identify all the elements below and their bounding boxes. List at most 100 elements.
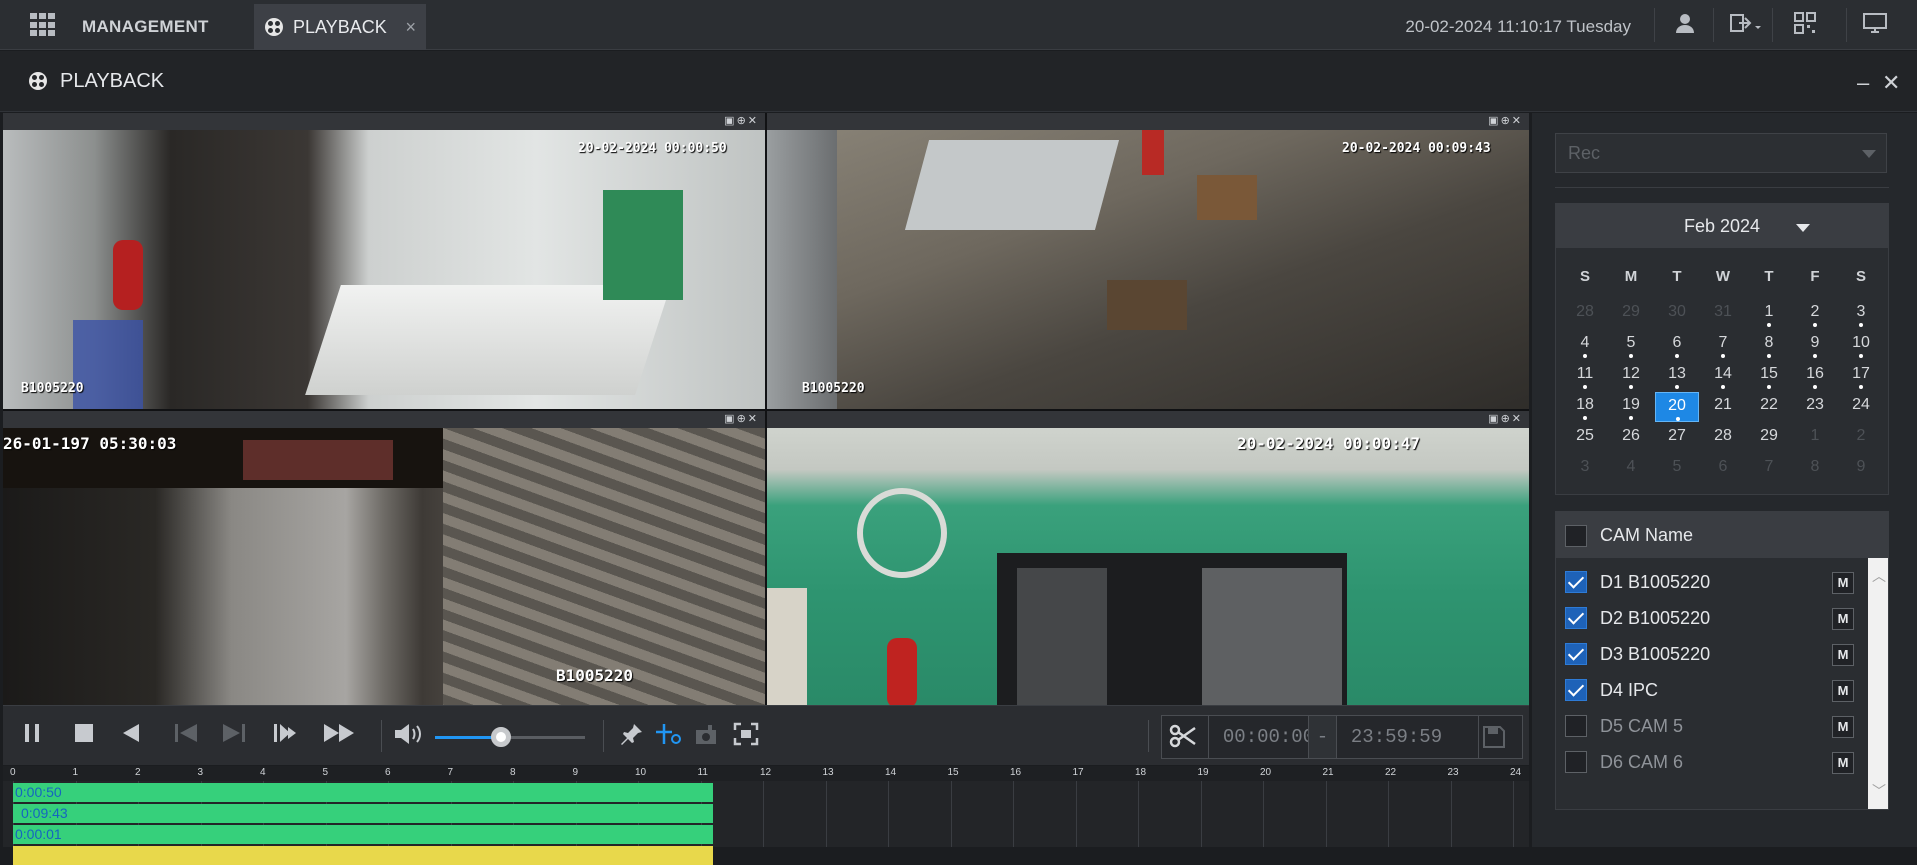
calendar-day[interactable]: 4	[1609, 454, 1653, 484]
camera-stream-button[interactable]: M	[1832, 716, 1854, 738]
logout-icon[interactable]	[1728, 12, 1764, 38]
calendar-day[interactable]: 13	[1655, 361, 1699, 391]
calendar-day[interactable]: 28	[1701, 423, 1745, 453]
calendar-day[interactable]: 15	[1747, 361, 1791, 391]
camera-stream-button[interactable]: M	[1832, 644, 1854, 666]
camera-stream-button[interactable]: M	[1832, 608, 1854, 630]
calendar-day[interactable]: 27	[1655, 423, 1699, 453]
camera-view-2[interactable]: ▣⊕✕ 20-02-2024 00:09:43 B1005220	[767, 113, 1529, 409]
calendar-day[interactable]: 26	[1609, 423, 1653, 453]
timeline-row[interactable]: 0:00:01	[13, 825, 1513, 844]
timeline-row[interactable]: 0:09:43	[13, 804, 1513, 823]
calendar-day[interactable]: 7	[1747, 454, 1791, 484]
calendar-day[interactable]: 5	[1655, 454, 1699, 484]
tab-close-icon[interactable]: ×	[405, 17, 416, 38]
calendar-day[interactable]: 19	[1609, 392, 1653, 422]
calendar-day[interactable]: 10	[1839, 330, 1883, 360]
camera-view-controls[interactable]: ▣⊕✕	[1488, 114, 1523, 127]
timeline-recording-segment[interactable]	[13, 846, 713, 865]
smart-search-icon[interactable]	[653, 722, 683, 750]
calendar-month-title[interactable]: Feb 2024	[1684, 216, 1760, 237]
pin-icon[interactable]	[617, 722, 647, 750]
calendar-day[interactable]: 1	[1793, 423, 1837, 453]
calendar-day[interactable]: 29	[1609, 299, 1653, 329]
camera-list-item[interactable]: D5 CAM 5 M	[1556, 708, 1856, 744]
tab-playback[interactable]: PLAYBACK ×	[254, 4, 426, 50]
camera-view-4[interactable]: ▣⊕✕ 20-02-2024 00:00:47	[767, 411, 1529, 705]
calendar-day[interactable]: 29	[1747, 423, 1791, 453]
calendar-day[interactable]: 22	[1747, 392, 1791, 422]
camera-list-item[interactable]: D3 B1005220 M	[1556, 636, 1856, 672]
camera-view-controls[interactable]: ▣⊕✕	[724, 114, 759, 127]
calendar-day[interactable]: 2	[1839, 423, 1883, 453]
camera-checkbox[interactable]	[1565, 715, 1587, 737]
select-all-checkbox[interactable]	[1565, 525, 1587, 547]
calendar-day[interactable]: 14	[1701, 361, 1745, 391]
calendar-header[interactable]: Feb 2024	[1556, 204, 1888, 248]
calendar-day[interactable]: 30	[1655, 299, 1699, 329]
qr-code-icon[interactable]	[1792, 12, 1818, 38]
calendar-day[interactable]: 11	[1563, 361, 1607, 391]
volume-icon[interactable]	[393, 722, 423, 750]
save-clip-icon[interactable]	[1478, 716, 1508, 758]
camera-list-item[interactable]: D4 IPC M	[1556, 672, 1856, 708]
next-frame-icon[interactable]	[219, 722, 249, 750]
stop-icon[interactable]	[69, 722, 99, 750]
timeline-recording-segment[interactable]	[13, 783, 713, 802]
camera-view-controls[interactable]: ▣⊕✕	[1488, 412, 1523, 425]
record-type-select[interactable]: Rec	[1555, 133, 1887, 173]
camera-checkbox[interactable]	[1565, 571, 1587, 593]
clip-end-time[interactable]: 23:59:59	[1336, 716, 1456, 758]
calendar-day[interactable]: 25	[1563, 423, 1607, 453]
minimize-button[interactable]: –	[1857, 70, 1869, 96]
calendar-day[interactable]: 6	[1655, 330, 1699, 360]
camera-list-item[interactable]: D6 CAM 6 M	[1556, 744, 1856, 780]
calendar-day[interactable]: 8	[1793, 454, 1837, 484]
slow-play-icon[interactable]	[271, 722, 301, 750]
camera-stream-button[interactable]: M	[1832, 680, 1854, 702]
management-link[interactable]: MANAGEMENT	[82, 17, 209, 37]
timeline-recording-segment[interactable]	[13, 804, 713, 823]
camera-view-controls[interactable]: ▣⊕✕	[724, 412, 759, 425]
snapshot-icon[interactable]	[693, 722, 723, 750]
camera-list-scrollbar[interactable]: ︿ ﹀	[1868, 558, 1888, 809]
camera-checkbox[interactable]	[1565, 751, 1587, 773]
calendar-day[interactable]: 4	[1563, 330, 1607, 360]
scissors-icon[interactable]	[1168, 722, 1198, 750]
camera-list-item[interactable]: D1 B1005220 M	[1556, 564, 1856, 600]
fast-forward-icon[interactable]	[321, 722, 357, 750]
timeline-row[interactable]: 0:00:50	[13, 783, 1513, 802]
user-icon[interactable]	[1672, 12, 1698, 38]
pause-icon[interactable]	[17, 722, 47, 750]
chevron-down-icon[interactable]	[1796, 224, 1810, 232]
monitor-icon[interactable]	[1862, 12, 1888, 38]
close-button[interactable]: ✕	[1882, 70, 1900, 96]
calendar-day[interactable]: 3	[1563, 454, 1607, 484]
timeline-row[interactable]	[13, 846, 1513, 865]
calendar-day[interactable]: 12	[1609, 361, 1653, 391]
fullscreen-icon[interactable]	[731, 722, 761, 750]
calendar-day[interactable]: 2	[1793, 299, 1837, 329]
play-reverse-icon[interactable]	[115, 722, 145, 750]
previous-frame-icon[interactable]	[171, 722, 201, 750]
calendar-day[interactable]: 9	[1839, 454, 1883, 484]
calendar-day[interactable]: 16	[1793, 361, 1837, 391]
calendar-day[interactable]: 1	[1747, 299, 1791, 329]
calendar-day[interactable]: 7	[1701, 330, 1745, 360]
calendar-day[interactable]: 5	[1609, 330, 1653, 360]
calendar-day[interactable]: 6	[1701, 454, 1745, 484]
camera-view-1[interactable]: ▣⊕✕ 20-02-2024 00:00:50 B1005220	[3, 113, 765, 409]
timeline-recording-segment[interactable]	[13, 825, 713, 844]
camera-checkbox[interactable]	[1565, 607, 1587, 629]
calendar-day[interactable]: 21	[1701, 392, 1745, 422]
camera-list-item[interactable]: D2 B1005220 M	[1556, 600, 1856, 636]
calendar-day[interactable]: 18	[1563, 392, 1607, 422]
chevron-up-icon[interactable]: ︿	[1872, 566, 1886, 586]
camera-checkbox[interactable]	[1565, 679, 1587, 701]
calendar-day[interactable]: 28	[1563, 299, 1607, 329]
apps-grid-icon[interactable]	[30, 13, 56, 37]
chevron-down-icon[interactable]: ﹀	[1872, 781, 1886, 801]
camera-checkbox[interactable]	[1565, 643, 1587, 665]
volume-slider[interactable]	[435, 727, 585, 747]
calendar-day[interactable]: 17	[1839, 361, 1883, 391]
